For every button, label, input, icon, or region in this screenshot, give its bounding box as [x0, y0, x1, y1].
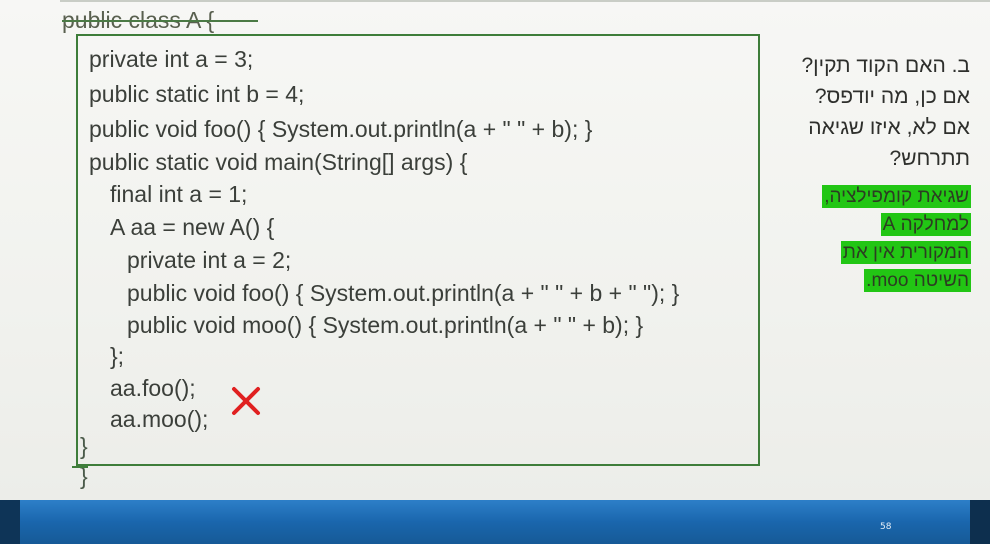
code-line-9: public void moo() { System.out.println(a…	[127, 312, 644, 338]
code-line-12: aa.moo();	[110, 406, 209, 432]
answer-line-3: המקורית אין את	[840, 241, 971, 264]
frame-tick	[72, 466, 88, 468]
slide-footer	[0, 500, 990, 544]
code-line-4: public static void main(String[] args) {	[89, 149, 468, 175]
header-strikethrough	[62, 20, 258, 22]
answer-line-4: השיטה moo.	[864, 269, 971, 292]
question-line-2: אם כן, מה יודפס?	[814, 85, 970, 108]
code-line-3: public void foo() { System.out.println(a…	[89, 116, 593, 142]
top-rule	[60, 0, 990, 2]
question-line-1: ב. האם הקוד תקין?	[801, 54, 971, 77]
answer-line-2: למחלקה A	[880, 213, 971, 236]
question-line-4: תתרחש?	[889, 147, 970, 170]
footer-left-edge	[0, 500, 20, 544]
footer-right-edge	[970, 500, 990, 544]
answer-line-1: שגיאת קומפילציה,	[822, 185, 971, 208]
slide: public class A { private int a = 3; publ…	[0, 0, 990, 500]
code-line-10: };	[110, 343, 125, 369]
code-line-11: aa.foo();	[110, 375, 196, 401]
code-line-8: public void foo() { System.out.println(a…	[127, 280, 680, 306]
page-number: 58	[880, 522, 892, 532]
question-line-3: אם לא, איזו שגיאה	[808, 116, 970, 139]
code-line-5: final int a = 1;	[110, 181, 248, 207]
code-line-7: private int a = 2;	[127, 247, 292, 273]
code-line-2: public static int b = 4;	[89, 81, 305, 107]
method-closing-brace: }	[80, 433, 88, 459]
question-text: ב. האם הקוד תקין? אם כן, מה יודפס? אם לא…	[770, 50, 971, 174]
code-line-6: A aa = new A() {	[110, 214, 275, 240]
code-line-1: private int a = 3;	[89, 46, 254, 72]
answer-highlight: שגיאת קומפילציה, למחלקה A המקורית אין את…	[783, 183, 971, 295]
red-x-icon	[232, 387, 260, 415]
